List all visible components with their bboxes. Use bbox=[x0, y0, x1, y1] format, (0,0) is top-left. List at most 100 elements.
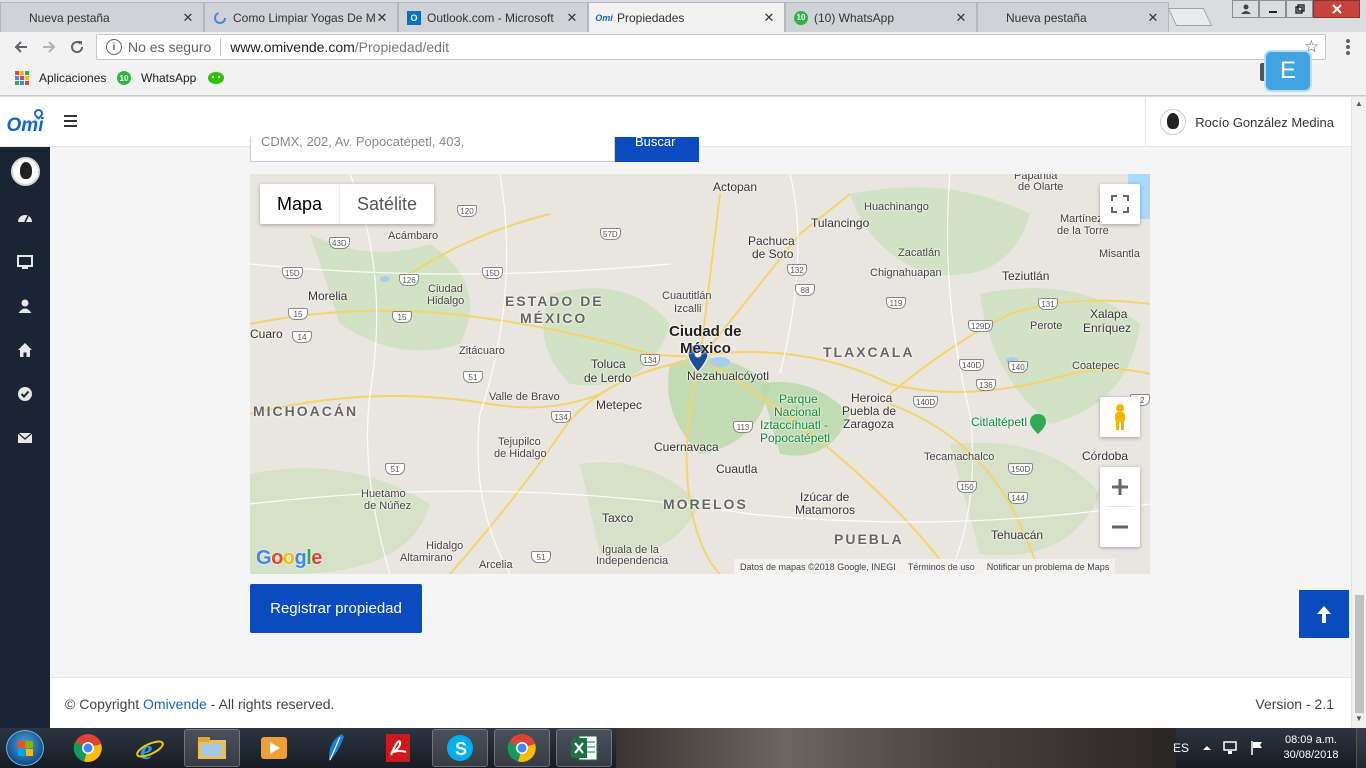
close-window-button[interactable] bbox=[1313, 0, 1360, 18]
forward-button[interactable] bbox=[38, 36, 60, 58]
reload-button[interactable] bbox=[66, 36, 88, 58]
back-button[interactable] bbox=[10, 36, 32, 58]
sidebar-avatar[interactable] bbox=[11, 157, 40, 186]
language-indicator[interactable]: ES bbox=[1173, 728, 1189, 768]
zoom-control bbox=[1100, 467, 1140, 547]
bookmark-whatsapp[interactable]: 10 WhatsApp bbox=[117, 71, 196, 85]
taskbar-acrobat[interactable] bbox=[370, 729, 426, 767]
omivende-link[interactable]: Omivende bbox=[143, 696, 207, 712]
bookmark-wechat[interactable] bbox=[208, 71, 224, 85]
omi-logo[interactable]: Omi bbox=[0, 97, 50, 147]
bookmark-aplicaciones[interactable]: Aplicaciones bbox=[15, 71, 106, 85]
whatsapp-icon: 10 bbox=[794, 10, 808, 25]
map-widget[interactable]: ESTADO DE MÉXICO TLAXCALA MICHOACÁN MORE… bbox=[250, 174, 1150, 574]
avatar bbox=[1160, 109, 1187, 135]
tab-close-icon[interactable]: ✕ bbox=[954, 10, 968, 26]
minimize-icon bbox=[1268, 11, 1277, 13]
new-tab-button[interactable] bbox=[1167, 8, 1213, 26]
map-label: Ciudad bbox=[428, 283, 463, 295]
check-circle-icon[interactable] bbox=[17, 386, 33, 402]
zoom-out-button[interactable] bbox=[1100, 507, 1140, 547]
home-icon[interactable] bbox=[17, 342, 33, 358]
tab-close-icon[interactable]: ✕ bbox=[1146, 10, 1160, 26]
url-host: www.omivende.com bbox=[230, 39, 355, 55]
browser-menu-button[interactable] bbox=[1340, 37, 1356, 57]
taskbar-excel[interactable] bbox=[556, 729, 612, 767]
browser-toolbar: i No es seguro www.omivende.com/Propieda… bbox=[0, 32, 1366, 62]
minus-icon bbox=[1112, 525, 1128, 529]
scroll-to-top-button[interactable] bbox=[1299, 590, 1349, 638]
user-menu[interactable]: Rocío González Medina bbox=[1145, 97, 1351, 147]
show-desktop-button[interactable] bbox=[1356, 728, 1366, 768]
tab-close-icon[interactable]: ✕ bbox=[181, 10, 195, 26]
road-shield: 150 bbox=[957, 481, 977, 493]
user-profile-button[interactable] bbox=[1232, 0, 1259, 18]
map-label: de Lerdo bbox=[584, 371, 632, 385]
tab-como-limpiar[interactable]: Como Limpiar Yogas De M ✕ bbox=[204, 2, 398, 32]
taskbar-file-explorer[interactable] bbox=[184, 729, 240, 767]
street-view-pegman[interactable] bbox=[1100, 397, 1140, 437]
tab-close-icon[interactable]: ✕ bbox=[375, 10, 389, 26]
report-problem-link[interactable]: Notificar un problema de Maps bbox=[987, 562, 1110, 572]
road-shield: 51 bbox=[463, 371, 483, 383]
road-shield: 43D bbox=[329, 237, 350, 249]
loading-spinner-icon bbox=[213, 11, 227, 25]
minimize-button[interactable] bbox=[1259, 0, 1286, 18]
dashboard-icon[interactable] bbox=[17, 210, 33, 226]
chevron-up-icon bbox=[1203, 746, 1211, 750]
map-label: Acámbaro bbox=[388, 230, 439, 242]
map-label: TLAXCALA bbox=[823, 344, 915, 360]
tab-whatsapp[interactable]: 10 (10) WhatsApp ✕ bbox=[785, 2, 977, 32]
road-shield: 126 bbox=[399, 274, 419, 286]
envelope-icon[interactable] bbox=[17, 430, 33, 446]
tab-nueva-pestana-2[interactable]: Nueva pestaña ✕ bbox=[977, 2, 1169, 32]
restore-button[interactable] bbox=[1286, 0, 1313, 18]
map-label: de la Torre bbox=[1057, 225, 1109, 237]
bookmark-label: Aplicaciones bbox=[39, 71, 107, 85]
zoom-in-button[interactable] bbox=[1100, 467, 1140, 507]
terms-link[interactable]: Términos de uso bbox=[908, 562, 975, 572]
tab-outlook[interactable]: O Outlook.com - Microsoft ✕ bbox=[398, 2, 588, 32]
page-scrollbar[interactable]: ▲ ▼ bbox=[1351, 97, 1366, 728]
google-logo[interactable]: Google bbox=[256, 547, 322, 570]
extension-e-button[interactable]: E bbox=[1266, 52, 1310, 90]
start-button[interactable] bbox=[6, 730, 44, 766]
taskbar-internet-explorer[interactable]: e bbox=[122, 729, 178, 767]
copyright-prefix: © Copyright bbox=[65, 696, 144, 712]
blank-page-icon bbox=[9, 11, 23, 25]
fullscreen-button[interactable] bbox=[1100, 184, 1140, 224]
info-icon[interactable]: i bbox=[106, 39, 122, 55]
monitor-icon[interactable] bbox=[17, 254, 33, 270]
tab-close-icon[interactable]: ✕ bbox=[762, 10, 776, 26]
search-button[interactable]: Buscar bbox=[615, 137, 699, 162]
scrollbar-thumb[interactable] bbox=[1355, 595, 1364, 713]
address-bar[interactable]: i No es seguro www.omivende.com/Propieda… bbox=[96, 34, 1326, 60]
register-property-button[interactable]: Registrar propiedad bbox=[250, 584, 422, 633]
show-hidden-icons-button[interactable] bbox=[1202, 728, 1212, 768]
tab-propiedades[interactable]: Omi Propiedades ✕ bbox=[588, 2, 785, 32]
map-label: Arcelia bbox=[479, 559, 513, 571]
person-icon bbox=[1240, 4, 1251, 14]
address-search-input[interactable]: CDMX, 202, Av. Popocatépetl, 403, bbox=[250, 137, 615, 162]
chrome-icon bbox=[507, 734, 536, 762]
network-tray-icon[interactable] bbox=[1222, 728, 1240, 768]
action-center-tray-icon[interactable] bbox=[1250, 728, 1264, 768]
taskbar-media-player[interactable] bbox=[246, 729, 302, 767]
map-label: Tehuacán bbox=[991, 528, 1044, 542]
map-type-mapa-button[interactable]: Mapa bbox=[260, 184, 341, 224]
bookmark-label: WhatsApp bbox=[141, 71, 197, 85]
user-icon[interactable] bbox=[17, 298, 33, 314]
map-type-satelite-button[interactable]: Satélite bbox=[340, 184, 434, 224]
tab-nueva-pestana-1[interactable]: Nueva pestaña ✕ bbox=[0, 2, 204, 32]
taskbar-skype[interactable]: S bbox=[432, 729, 488, 767]
taskbar-chrome[interactable] bbox=[60, 729, 116, 767]
taskbar-feather-app[interactable] bbox=[308, 729, 364, 767]
taskbar-chrome-active[interactable] bbox=[494, 729, 550, 767]
road-shield: 15D bbox=[282, 267, 303, 279]
system-clock[interactable]: 08:09 a.m. 30/08/2018 bbox=[1276, 733, 1346, 763]
menu-toggle-button[interactable] bbox=[64, 115, 77, 127]
scroll-down-arrow-icon[interactable]: ▼ bbox=[1355, 714, 1363, 723]
scroll-up-arrow-icon[interactable]: ▲ bbox=[1355, 99, 1363, 108]
tab-close-icon[interactable]: ✕ bbox=[565, 10, 579, 26]
map-label: ESTADO DE bbox=[505, 293, 604, 309]
